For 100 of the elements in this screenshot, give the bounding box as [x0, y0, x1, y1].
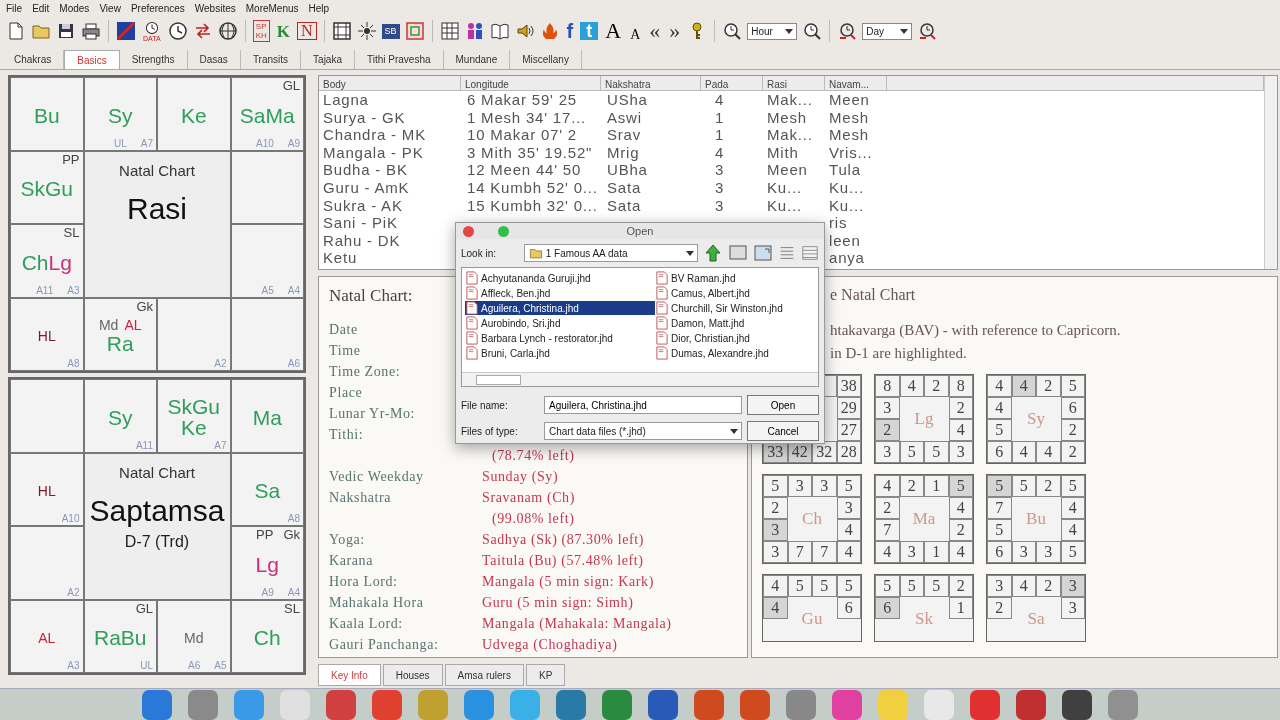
- grid-icon[interactable]: [331, 21, 352, 41]
- speaker-icon[interactable]: [514, 21, 535, 41]
- table-cell-text: Meen: [828, 91, 871, 109]
- globe-icon[interactable]: [217, 21, 238, 41]
- clock-line-icon[interactable]: [917, 21, 938, 41]
- file-type-select[interactable]: Chart data files (*.jhd): [544, 422, 742, 440]
- grid-cell: 4: [763, 575, 788, 598]
- details-view-icon[interactable]: [801, 243, 819, 263]
- grid-cell: 3: [875, 441, 900, 464]
- tab[interactable]: Tajaka: [301, 50, 355, 69]
- k-button[interactable]: K: [274, 22, 292, 40]
- list-entry[interactable]: Dior, Christian.jhd: [655, 331, 815, 345]
- back-button[interactable]: «: [647, 20, 663, 42]
- forward-button[interactable]: »: [667, 20, 683, 42]
- clock-search-icon[interactable]: [802, 21, 823, 41]
- app-icon[interactable]: [648, 689, 678, 720]
- list-entry[interactable]: Damon, Matt.jhd: [655, 316, 815, 330]
- font-smaller-button[interactable]: A: [628, 28, 643, 46]
- tab[interactable]: Basics: [64, 50, 120, 69]
- tab[interactable]: Amsa rulers: [444, 664, 524, 686]
- app-icon[interactable]: [142, 689, 172, 720]
- column-header[interactable]: Body: [319, 76, 461, 91]
- vertical-scrollbar[interactable]: [1264, 76, 1277, 270]
- chart-caption: Natal Chart: [119, 160, 195, 181]
- tab[interactable]: Dasas: [187, 50, 241, 69]
- tab[interactable]: Key Info: [318, 664, 381, 686]
- tab[interactable]: Transits: [240, 50, 302, 69]
- tab[interactable]: Houses: [382, 664, 443, 686]
- column-header[interactable]: Rasi: [763, 76, 825, 91]
- menu-item[interactable]: MoreMenus: [245, 1, 299, 15]
- menu-item[interactable]: View: [99, 1, 121, 15]
- n-button[interactable]: N: [297, 22, 317, 40]
- table-cell-text: 1: [714, 126, 726, 144]
- printer-icon[interactable]: [81, 21, 101, 41]
- app-icon[interactable]: [1016, 689, 1046, 720]
- grid-label: Ma: [911, 508, 937, 531]
- menu-item[interactable]: Modes: [59, 1, 90, 15]
- up-folder-icon[interactable]: [703, 243, 723, 263]
- app-icon[interactable]: [602, 689, 632, 720]
- menu-item[interactable]: Websites: [194, 1, 236, 15]
- clock-line-icon[interactable]: [837, 21, 858, 41]
- horizontal-scrollbar[interactable]: [462, 372, 818, 386]
- sp-kh-button[interactable]: SP KH: [252, 20, 270, 42]
- tab[interactable]: Strengths: [119, 50, 188, 69]
- list-entry[interactable]: Dumas, Alexandre.jhd: [655, 346, 815, 360]
- list-entry[interactable]: Bruni, Carla.jhd: [465, 346, 655, 360]
- font-larger-button[interactable]: A: [603, 20, 624, 42]
- table-icon[interactable]: [439, 21, 460, 41]
- grid-cell: 5: [1060, 475, 1085, 498]
- file-name-field[interactable]: Aguilera, Christina.jhd: [544, 396, 742, 414]
- app-icon[interactable]: [970, 689, 1000, 720]
- book-icon[interactable]: [489, 21, 510, 41]
- list-entry[interactable]: Camus, Albert.jhd: [655, 286, 815, 300]
- app-icon[interactable]: [740, 689, 770, 720]
- list-entry[interactable]: BV Raman.jhd: [655, 271, 815, 285]
- column-header[interactable]: Pada: [701, 76, 763, 91]
- list-entry[interactable]: Aguilera, Christina.jhd: [465, 301, 655, 315]
- clock-icon[interactable]: [167, 21, 188, 41]
- f-button[interactable]: f: [564, 21, 576, 41]
- sb-button[interactable]: SB: [381, 23, 400, 39]
- column-header[interactable]: Navam...: [825, 76, 887, 91]
- tab[interactable]: Miscellany: [510, 50, 582, 69]
- close-button[interactable]: [463, 225, 474, 237]
- app-icon[interactable]: [694, 689, 724, 720]
- sun-icon[interactable]: [356, 21, 377, 41]
- tab[interactable]: KP: [525, 664, 566, 686]
- tab[interactable]: Mundane: [443, 50, 511, 69]
- app-icon[interactable]: [556, 689, 586, 720]
- chart-title: Saptamsa: [89, 493, 225, 529]
- clock-search-icon[interactable]: [722, 21, 743, 41]
- tab[interactable]: Tithi Pravesha: [355, 50, 444, 69]
- table-cell-text: Surya - GK: [322, 108, 407, 127]
- grid-cell: 3: [1060, 575, 1085, 598]
- cancel-button[interactable]: Cancel: [747, 421, 819, 441]
- list-entry[interactable]: Barbara Lynch - restorator.jhd: [465, 331, 655, 345]
- column-header[interactable]: Longitude: [461, 76, 601, 91]
- list-entry[interactable]: Churchill, Sir Winston.jhd: [655, 301, 815, 315]
- menu-item[interactable]: File: [6, 1, 23, 15]
- app-icon[interactable]: [1062, 689, 1092, 720]
- hour-select[interactable]: Hour: [747, 22, 798, 40]
- desktop-icon[interactable]: [728, 243, 748, 263]
- new-folder-icon[interactable]: [753, 243, 773, 263]
- menu-item[interactable]: Help: [308, 1, 330, 15]
- day-select[interactable]: Day: [862, 22, 913, 40]
- planet-label: Ke: [180, 417, 207, 439]
- new-file-icon[interactable]: [6, 21, 26, 41]
- logo-icon[interactable]: [116, 21, 136, 41]
- open-button[interactable]: Open: [747, 395, 819, 415]
- list-entry[interactable]: Aurobindo, Sri.jhd: [465, 316, 655, 330]
- menu-item[interactable]: Edit: [32, 1, 50, 15]
- list-entry[interactable]: Achyutananda Guruji.jhd: [465, 271, 655, 285]
- look-in-select[interactable]: 1 Famous AA data: [523, 244, 698, 262]
- list-entry[interactable]: Affleck, Ben.jhd: [465, 286, 655, 300]
- column-header[interactable]: Nakshatra: [601, 76, 701, 91]
- grid-cell: 29: [836, 397, 861, 420]
- menu-item[interactable]: Preferences: [130, 1, 185, 15]
- save-icon[interactable]: [56, 21, 76, 41]
- app-icon[interactable]: [326, 689, 356, 720]
- zoom-button[interactable]: [498, 225, 509, 237]
- square-icon[interactable]: [404, 21, 425, 41]
